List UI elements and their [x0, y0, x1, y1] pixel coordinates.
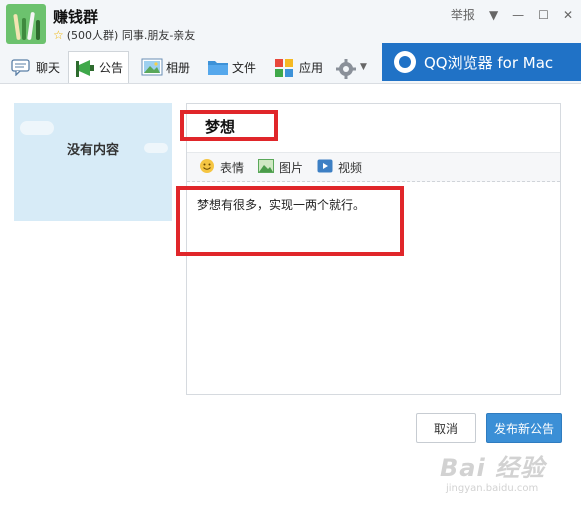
chevron-down-icon[interactable]: ▼: [489, 8, 498, 22]
tab-label: 聊天: [36, 60, 61, 75]
tab-label: 应用: [299, 60, 324, 75]
tab-announcement[interactable]: 公告: [68, 51, 130, 83]
close-icon[interactable]: ✕: [563, 8, 573, 22]
emoji-icon: [199, 158, 215, 177]
ad-banner[interactable]: QQ浏览器 for Mac: [382, 43, 581, 81]
tab-label: 公告: [99, 61, 124, 75]
folder-icon: [207, 58, 228, 76]
star-icon: ☆: [53, 28, 64, 42]
content-highlight-box: [176, 186, 404, 256]
insert-image-label: 图片: [279, 160, 304, 175]
insert-toolbar: 表情 图片 视频: [187, 152, 560, 182]
tab-label: 文件: [232, 60, 257, 75]
title-highlight-box: [180, 110, 278, 141]
insert-video-label: 视频: [338, 160, 363, 175]
insert-video-button[interactable]: 视频: [317, 159, 362, 176]
tab-apps[interactable]: 应用: [269, 51, 328, 83]
qq-browser-logo-icon: [394, 51, 416, 73]
tab-label: 相册: [166, 60, 191, 75]
maximize-icon[interactable]: ☐: [538, 8, 549, 22]
group-subtitle: ☆ (500人群) 同事.朋友-亲友: [53, 27, 195, 43]
minimize-icon[interactable]: —: [512, 8, 524, 22]
tab-chat[interactable]: 聊天: [6, 51, 65, 83]
group-name: 赚钱群: [53, 8, 99, 26]
apps-icon: [274, 58, 294, 77]
group-member-info: (500人群) 同事.朋友-亲友: [66, 29, 196, 42]
image-icon: [258, 158, 275, 176]
ad-text: QQ浏览器 for Mac: [424, 53, 554, 72]
video-icon: [317, 159, 333, 176]
window-header: 赚钱群 ☆ (500人群) 同事.朋友-亲友 举报 ▼ — ☐ ✕: [0, 0, 581, 48]
watermark-brand: Bai 经验: [440, 454, 546, 482]
gear-icon: [335, 58, 356, 79]
tab-album[interactable]: 相册: [136, 51, 195, 83]
insert-emoji-label: 表情: [220, 160, 245, 175]
tab-settings[interactable]: ▼: [330, 51, 372, 83]
insert-emoji-button[interactable]: 表情: [199, 158, 244, 177]
tab-files[interactable]: 文件: [202, 51, 261, 83]
announcement-preview: 没有内容: [14, 103, 172, 221]
megaphone-icon: [74, 59, 94, 77]
watermark: Bai 经验 jingyan.baidu.com: [440, 448, 545, 494]
chevron-down-icon: ▼: [360, 62, 367, 72]
chat-icon: [11, 58, 31, 77]
insert-image-button[interactable]: 图片: [258, 158, 304, 176]
publish-announcement-button[interactable]: 发布新公告: [486, 413, 562, 443]
group-avatar[interactable]: [6, 4, 46, 44]
window-controls: 举报 ▼ — ☐ ✕: [451, 6, 573, 23]
photo-icon: [141, 58, 163, 76]
empty-preview-label: 没有内容: [66, 143, 119, 158]
report-link[interactable]: 举报: [451, 6, 475, 23]
cancel-button[interactable]: 取消: [416, 413, 476, 443]
watermark-url: jingyan.baidu.com: [446, 483, 539, 494]
